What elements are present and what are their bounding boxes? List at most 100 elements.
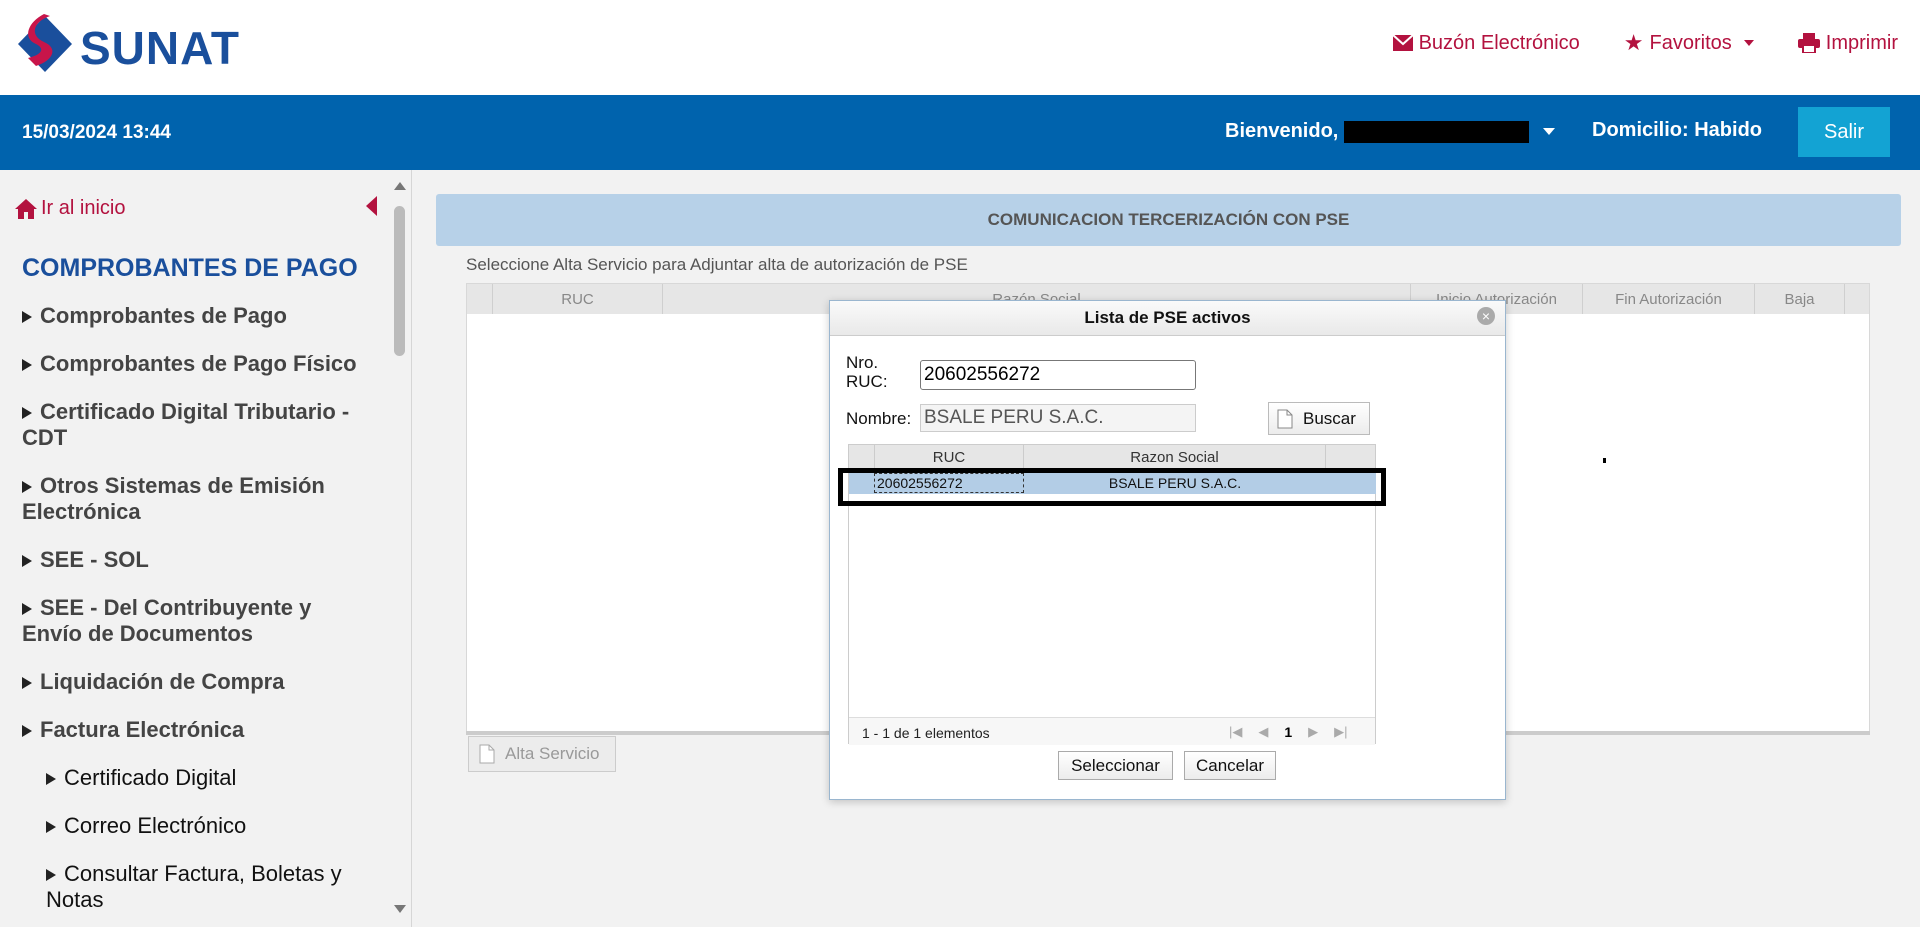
caret-right-icon (46, 869, 56, 882)
cancelar-button[interactable]: Cancelar (1184, 751, 1276, 780)
caret-right-icon (46, 773, 56, 786)
logout-button[interactable]: Salir (1798, 107, 1890, 157)
prev-page-icon[interactable]: ◀ (1258, 724, 1268, 740)
sidebar-item-label: Otros Sistemas de Emisión Electrónica (22, 473, 325, 524)
chevron-down-icon (1743, 40, 1754, 46)
sidebar-item[interactable]: SEE - SOL (22, 547, 372, 573)
sidebar-item[interactable]: Otros Sistemas de Emisión Electrónica (22, 473, 372, 525)
sidebar-item-label: Comprobantes de Pago Físico (40, 351, 357, 376)
sidebar-item[interactable]: Certificado Digital (22, 765, 372, 791)
caret-right-icon (22, 481, 32, 494)
sidebar-item-label: Factura Electrónica (40, 717, 245, 742)
imprimir-link[interactable]: Imprimir (1797, 30, 1898, 56)
collapse-sidebar-icon[interactable] (366, 196, 377, 216)
document-icon (1277, 409, 1293, 428)
pager-info: 1 - 1 de 1 elementos (862, 725, 990, 741)
sidebar-item[interactable]: Comprobantes de Pago Físico (22, 351, 372, 377)
caret-right-icon (22, 725, 32, 738)
domicilio-status: Domicilio: Habido (1592, 119, 1762, 141)
sidebar-item[interactable]: Liquidación de Compra (22, 669, 372, 695)
scroll-down-icon[interactable] (394, 905, 406, 913)
imprimir-label: Imprimir (1825, 31, 1898, 54)
redacted-username (1344, 120, 1530, 143)
buzon-label: Buzón Electrónico (1418, 31, 1580, 54)
caret-right-icon (22, 359, 32, 372)
selection-highlight-box (838, 468, 1386, 506)
scroll-thumb[interactable] (394, 206, 405, 356)
caret-right-icon (22, 677, 32, 690)
favoritos-label: Favoritos (1649, 31, 1732, 54)
caret-right-icon (22, 603, 32, 616)
stray-mark (1603, 458, 1606, 463)
next-page-icon[interactable]: ▶ (1308, 724, 1318, 740)
column-fin[interactable]: Fin Autorización (1583, 284, 1755, 314)
seleccionar-button[interactable]: Seleccionar (1058, 751, 1173, 780)
first-page-icon[interactable]: |◀ (1229, 724, 1242, 740)
pager-nav: |◀ ◀ 1 ▶ ▶| (1229, 724, 1348, 740)
caret-right-icon (22, 407, 32, 420)
column-baja[interactable]: Baja (1755, 284, 1845, 314)
sidebar-item-label: Correo Electrónico (64, 813, 247, 838)
sidebar-menu: Comprobantes de Pago Comprobantes de Pago… (22, 303, 372, 927)
home-label: Ir al inicio (41, 197, 126, 219)
buscar-button[interactable]: Buscar (1268, 402, 1370, 435)
alta-servicio-button[interactable]: Alta Servicio (468, 736, 616, 772)
document-icon (479, 744, 495, 764)
star-icon: ★ (1623, 30, 1644, 55)
caret-right-icon (46, 821, 56, 834)
sidebar-item[interactable]: Certificado Digital Tributario - CDT (22, 399, 372, 451)
instruction-text: Seleccione Alta Servicio para Adjuntar a… (466, 255, 968, 274)
logo-text: SUNAT (80, 22, 241, 74)
sidebar-item-label: Consultar Factura, Boletas y Notas (46, 861, 342, 912)
close-icon[interactable]: × (1477, 307, 1495, 325)
sidebar-item[interactable]: SEE - Del Contribuyente y Envío de Docum… (22, 595, 372, 647)
user-bar: 15/03/2024 13:44 Bienvenido, Domicilio: … (0, 95, 1920, 170)
top-header: SUNAT Buzón Electrónico ★ Favoritos Impr… (0, 0, 1920, 95)
sidebar-title: COMPROBANTES DE PAGO (22, 254, 358, 282)
sidebar-item-label: Liquidación de Compra (40, 669, 285, 694)
home-link[interactable]: Ir al inicio (15, 197, 125, 220)
buscar-label: Buscar (1303, 408, 1356, 428)
sidebar-item[interactable]: Correo Electrónico (22, 813, 372, 839)
results-column-razon[interactable]: Razon Social (1024, 445, 1326, 469)
envelope-icon (1392, 35, 1413, 51)
session-datetime: 15/03/2024 13:44 (22, 122, 171, 143)
grid-header-spacer (467, 284, 493, 314)
printer-icon (1797, 33, 1820, 53)
nombre-input[interactable] (920, 404, 1196, 432)
sidebar-item[interactable]: Consultar Factura, Boletas y Notas (22, 861, 372, 913)
scroll-up-icon[interactable] (394, 182, 406, 190)
sidebar-item[interactable]: Comprobantes de Pago (22, 303, 372, 329)
sidebar-item-label: SEE - SOL (40, 547, 149, 572)
nombre-label: Nombre: (846, 409, 912, 428)
welcome-user[interactable]: Bienvenido, (1225, 120, 1556, 143)
sunat-logo-icon (18, 14, 72, 72)
sunat-logo[interactable]: SUNAT (14, 14, 274, 82)
sidebar-scrollbar[interactable] (392, 182, 406, 922)
sidebar-item-label: Comprobantes de Pago (40, 303, 287, 328)
caret-right-icon (22, 311, 32, 324)
alta-servicio-label: Alta Servicio (505, 744, 600, 763)
results-header: RUC Razon Social (849, 445, 1375, 469)
ruc-input[interactable] (920, 360, 1196, 390)
last-page-icon[interactable]: ▶| (1334, 724, 1347, 740)
favoritos-dropdown[interactable]: ★ Favoritos (1624, 30, 1754, 56)
buzon-electronico-link[interactable]: Buzón Electrónico (1392, 30, 1580, 56)
column-ruc[interactable]: RUC (493, 284, 663, 314)
welcome-label: Bienvenido, (1225, 120, 1339, 142)
sidebar-item-label: Certificado Digital (64, 765, 237, 790)
caret-right-icon (22, 555, 32, 568)
sidebar-item[interactable]: Factura Electrónica (22, 717, 372, 743)
pager: 1 - 1 de 1 elementos |◀ ◀ 1 ▶ ▶| (849, 717, 1375, 745)
current-page[interactable]: 1 (1284, 724, 1292, 740)
results-column-ruc[interactable]: RUC (874, 445, 1024, 469)
home-icon (15, 198, 37, 219)
dialog-title: Lista de PSE activos (830, 301, 1505, 336)
sidebar: Ir al inicio COMPROBANTES DE PAGO Compro… (0, 170, 412, 927)
ruc-label: Nro. RUC: (846, 353, 888, 391)
sidebar-item-label: Certificado Digital Tributario - CDT (22, 399, 350, 450)
panel-title: COMUNICACION TERCERIZACIÓN CON PSE (436, 194, 1901, 246)
sidebar-item-label: SEE - Del Contribuyente y Envío de Docum… (22, 595, 312, 646)
chevron-down-icon (1543, 128, 1556, 135)
pse-list-dialog: Lista de PSE activos × Nro. RUC: Nombre:… (829, 300, 1506, 800)
